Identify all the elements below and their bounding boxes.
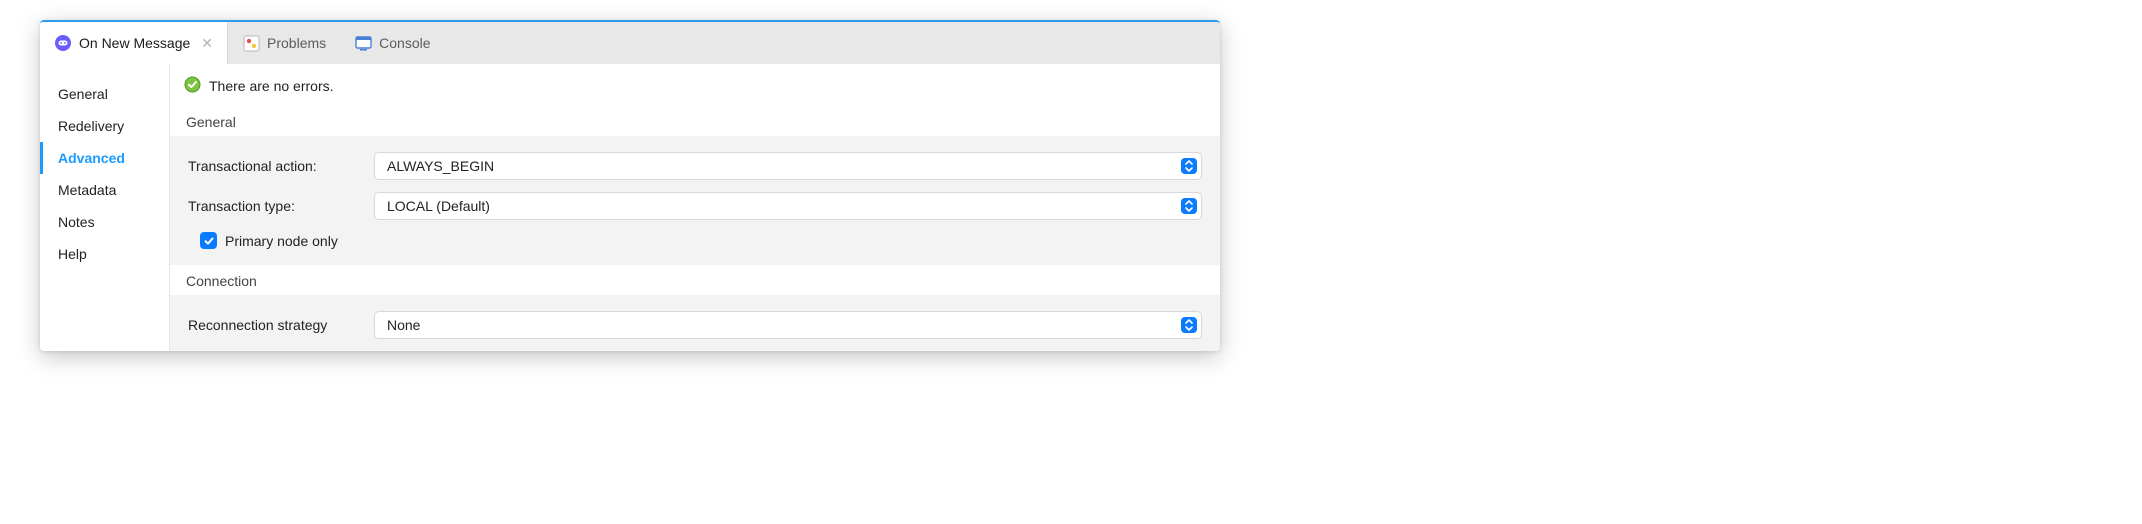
sidebar-item-general[interactable]: General [40, 78, 169, 110]
sidebar: General Redelivery Advanced Metadata Not… [40, 64, 170, 351]
row-primary-node-only[interactable]: Primary node only [188, 226, 1202, 251]
sidebar-item-advanced[interactable]: Advanced [40, 142, 169, 174]
chevron-updown-icon [1181, 158, 1197, 174]
sidebar-item-help[interactable]: Help [40, 238, 169, 270]
body: General Redelivery Advanced Metadata Not… [40, 64, 1220, 351]
label-reconnection-strategy: Reconnection strategy [188, 317, 358, 333]
status-row: There are no errors. [170, 72, 1220, 106]
chevron-updown-icon [1181, 317, 1197, 333]
section-title-general: General [170, 106, 1220, 136]
section-general: General Transactional action: ALWAYS_BEG… [170, 106, 1220, 265]
content: There are no errors. General Transaction… [170, 64, 1220, 351]
sidebar-item-redelivery[interactable]: Redelivery [40, 110, 169, 142]
console-icon [354, 34, 372, 52]
label-transactional-action: Transactional action: [188, 158, 358, 174]
tab-label: On New Message [79, 35, 190, 51]
tab-label: Console [379, 35, 430, 51]
checkbox-primary-node-only[interactable] [200, 232, 217, 249]
select-transaction-type[interactable]: LOCAL (Default) [374, 192, 1202, 220]
tab-console[interactable]: Console [340, 22, 444, 64]
tab-on-new-message[interactable]: On New Message ✕ [40, 22, 228, 64]
select-value: LOCAL (Default) [387, 198, 490, 214]
section-connection: Connection Reconnection strategy None [170, 265, 1220, 351]
select-reconnection-strategy[interactable]: None [374, 311, 1202, 339]
select-transactional-action[interactable]: ALWAYS_BEGIN [374, 152, 1202, 180]
label-transaction-type: Transaction type: [188, 198, 358, 214]
status-message: There are no errors. [209, 78, 334, 94]
sidebar-item-metadata[interactable]: Metadata [40, 174, 169, 206]
section-title-connection: Connection [170, 265, 1220, 295]
tab-label: Problems [267, 35, 326, 51]
row-transaction-type: Transaction type: LOCAL (Default) [188, 186, 1202, 226]
select-value: None [387, 317, 420, 333]
sidebar-item-notes[interactable]: Notes [40, 206, 169, 238]
editor-window: On New Message ✕ Problems Consol [40, 20, 1220, 351]
label-primary-node-only: Primary node only [225, 233, 338, 249]
row-reconnection-strategy: Reconnection strategy None [188, 305, 1202, 345]
message-source-icon [54, 34, 72, 52]
close-icon[interactable]: ✕ [201, 35, 213, 52]
chevron-updown-icon [1181, 198, 1197, 214]
section-body-general: Transactional action: ALWAYS_BEGIN Trans… [170, 136, 1220, 265]
tabbar: On New Message ✕ Problems Consol [40, 22, 1220, 64]
select-value: ALWAYS_BEGIN [387, 158, 494, 174]
problems-icon [242, 34, 260, 52]
ok-icon [184, 76, 201, 96]
section-body-connection: Reconnection strategy None [170, 295, 1220, 351]
tab-problems[interactable]: Problems [228, 22, 340, 64]
row-transactional-action: Transactional action: ALWAYS_BEGIN [188, 146, 1202, 186]
